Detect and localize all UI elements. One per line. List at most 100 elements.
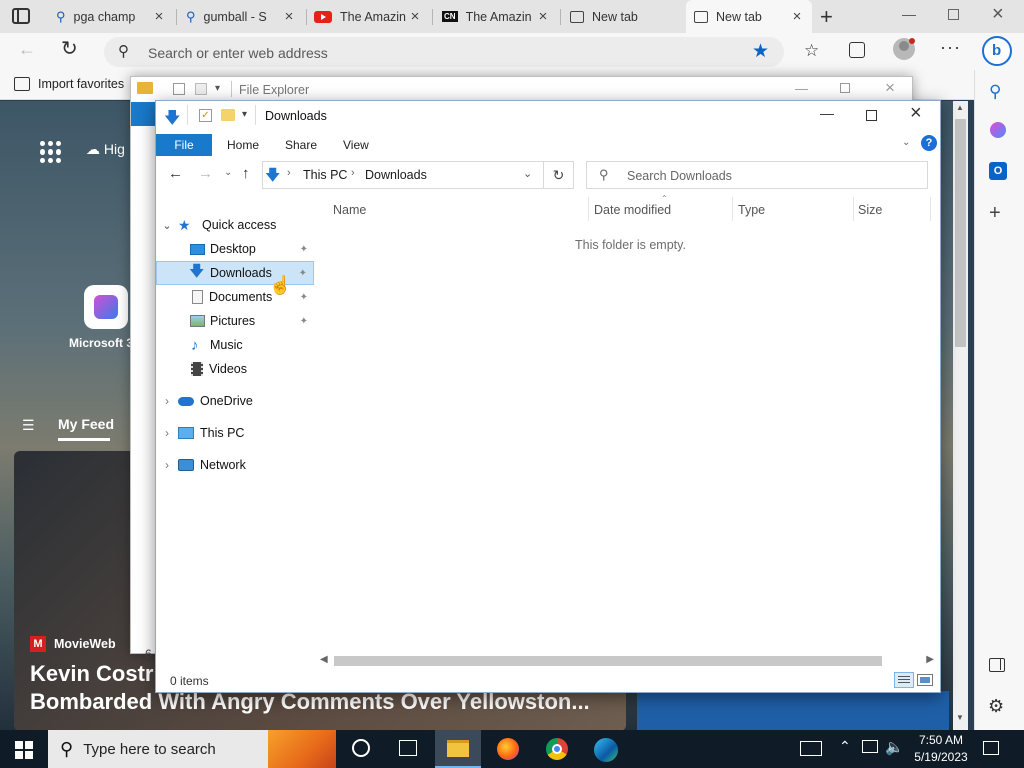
browser-tab-5[interactable]: New tab (562, 0, 682, 33)
microsoft-365-tile[interactable] (84, 285, 128, 329)
scrollbar-thumb[interactable] (334, 656, 882, 666)
breadcrumb-downloads[interactable]: Downloads (365, 168, 427, 182)
notifications-icon[interactable] (983, 741, 999, 755)
chrome-icon[interactable] (546, 738, 568, 760)
search-icon[interactable]: ⚲ (989, 82, 1001, 102)
import-favorites-link[interactable]: Import favorites (38, 77, 124, 91)
close-tab-icon[interactable]: × (152, 8, 166, 25)
large-icons-view-icon[interactable] (917, 674, 933, 686)
taskbar-search-box[interactable]: ⚲ Type here to search (48, 730, 336, 768)
chevron-up-icon[interactable]: ⌃ (839, 738, 851, 755)
news-headline-line-1[interactable]: Kevin Costr (30, 661, 153, 687)
copilot-icon[interactable] (990, 122, 1006, 138)
favorites-icon[interactable]: ☆ (804, 41, 819, 61)
favorite-star-icon[interactable]: ★ (752, 40, 769, 63)
refresh-icon[interactable]: ↻ (544, 161, 574, 189)
customize-toolbar-icon[interactable]: ▾ (242, 109, 247, 120)
breadcrumb-this-pc[interactable]: This PC (303, 168, 347, 182)
news-widget-icon[interactable] (800, 741, 822, 756)
details-view-icon[interactable] (894, 672, 914, 688)
search-downloads-input[interactable]: ⚲ Search Downloads (586, 161, 928, 189)
back-button[interactable]: ← (18, 39, 36, 60)
nav-music[interactable]: ♪ Music (156, 333, 314, 357)
maximize-button[interactable] (866, 110, 877, 121)
ribbon-tab-view[interactable]: View (331, 134, 381, 156)
sidebar-toggle-icon[interactable] (989, 658, 1005, 672)
properties-icon[interactable]: ✓ (199, 109, 212, 122)
browser-tab-3[interactable]: The Amazin × (306, 0, 430, 33)
pin-icon[interactable]: ✦ (300, 316, 308, 327)
new-folder-icon[interactable] (221, 109, 235, 121)
clock-date[interactable]: 5/19/2023 (910, 750, 972, 764)
side-news-card[interactable] (637, 691, 949, 730)
browser-tab-4[interactable]: CN The Amazin × (434, 0, 558, 33)
expand-ribbon-icon[interactable]: ⌄ (902, 137, 910, 148)
chevron-down-icon[interactable]: ⌄ (156, 219, 178, 232)
task-view-icon[interactable] (399, 740, 417, 756)
refresh-button[interactable]: ↻ (61, 36, 78, 61)
close-tab-icon[interactable]: × (282, 8, 296, 25)
nav-pictures[interactable]: Pictures ✦ (156, 309, 314, 333)
close-button[interactable]: × (885, 78, 895, 98)
my-feed-tab[interactable]: My Feed (58, 416, 114, 432)
column-header-name[interactable]: Name (333, 203, 366, 217)
close-window-button[interactable]: × (992, 3, 1004, 26)
column-header-type[interactable]: Type (738, 203, 765, 217)
chevron-right-icon[interactable]: › (156, 426, 178, 440)
column-header-date-modified[interactable]: Date modified (594, 203, 671, 217)
up-arrow-icon[interactable]: ↑ (242, 165, 250, 182)
page-scrollbar[interactable]: ▲ ▼ (953, 101, 968, 730)
bing-chat-icon[interactable]: b (982, 36, 1012, 66)
column-header-size[interactable]: Size (858, 203, 882, 217)
weather-widget[interactable]: ☁ Hig (86, 141, 125, 158)
settings-more-icon[interactable]: ··· (940, 37, 961, 58)
help-icon[interactable]: ? (921, 135, 937, 151)
add-sidebar-app-icon[interactable]: + (989, 202, 1001, 225)
chevron-down-icon[interactable]: ⌄ (523, 167, 532, 180)
maximize-button[interactable] (840, 83, 850, 93)
outlook-icon[interactable]: O (989, 162, 1007, 180)
pin-icon[interactable]: ✦ (299, 268, 307, 279)
tab-actions-icon[interactable] (12, 8, 30, 24)
browser-tab-2[interactable]: ⚲ gumball - S × (178, 0, 304, 33)
recent-locations-icon[interactable]: ⌄ (224, 167, 232, 178)
minimize-button[interactable]: — (795, 81, 808, 96)
browser-tab-6-active[interactable]: New tab × (686, 0, 812, 33)
scrollbar-thumb[interactable] (955, 119, 966, 347)
nav-desktop[interactable]: Desktop ✦ (156, 237, 314, 261)
volume-muted-icon[interactable]: 🔈 (885, 738, 904, 756)
network-status-icon[interactable] (862, 740, 878, 753)
ribbon-tab-file[interactable]: File (156, 134, 212, 156)
nav-network[interactable]: › Network (156, 453, 314, 477)
address-bar[interactable]: ⚲ Search or enter web address ★ (104, 37, 784, 67)
cortana-icon[interactable] (352, 739, 370, 757)
close-tab-icon[interactable]: × (790, 8, 804, 25)
close-tab-icon[interactable]: × (536, 8, 550, 25)
clock-time[interactable]: 7:50 AM (913, 733, 969, 747)
chevron-right-icon[interactable]: › (156, 458, 178, 472)
ribbon-tab-share[interactable]: Share (273, 134, 329, 156)
pin-icon[interactable]: ✦ (300, 292, 308, 303)
nav-quick-access[interactable]: ⌄ ★ Quick access (156, 213, 314, 237)
address-breadcrumb-box[interactable]: 🡇 › This PC › Downloads ⌄ (262, 161, 544, 189)
edge-icon[interactable] (594, 738, 618, 762)
profile-avatar[interactable] (893, 38, 915, 60)
browser-tab-1[interactable]: ⚲ pga champ × (48, 0, 174, 33)
apps-grid-icon[interactable] (40, 141, 62, 163)
taskbar-file-explorer[interactable] (435, 730, 481, 768)
ribbon-tab-home[interactable]: Home (215, 134, 271, 156)
back-arrow-icon[interactable]: ← (168, 165, 183, 182)
forward-arrow-icon[interactable]: → (198, 165, 213, 182)
close-button[interactable]: × (910, 102, 922, 125)
nav-videos[interactable]: Videos (156, 357, 314, 381)
file-explorer-window[interactable]: 🡇 ✓ ▾ Downloads — × File Home Share View… (155, 100, 941, 693)
minimize-button[interactable]: — (820, 105, 834, 121)
horizontal-scrollbar[interactable]: ◀ ▶ (318, 654, 938, 668)
new-tab-button[interactable]: + (820, 4, 833, 30)
nav-onedrive[interactable]: › OneDrive (156, 389, 314, 413)
close-tab-icon[interactable]: × (408, 8, 422, 25)
menu-icon[interactable]: ☰ (22, 417, 35, 434)
minimize-button[interactable]: — (902, 6, 916, 22)
pin-icon[interactable]: ✦ (300, 244, 308, 255)
chevron-right-icon[interactable]: › (156, 394, 178, 408)
